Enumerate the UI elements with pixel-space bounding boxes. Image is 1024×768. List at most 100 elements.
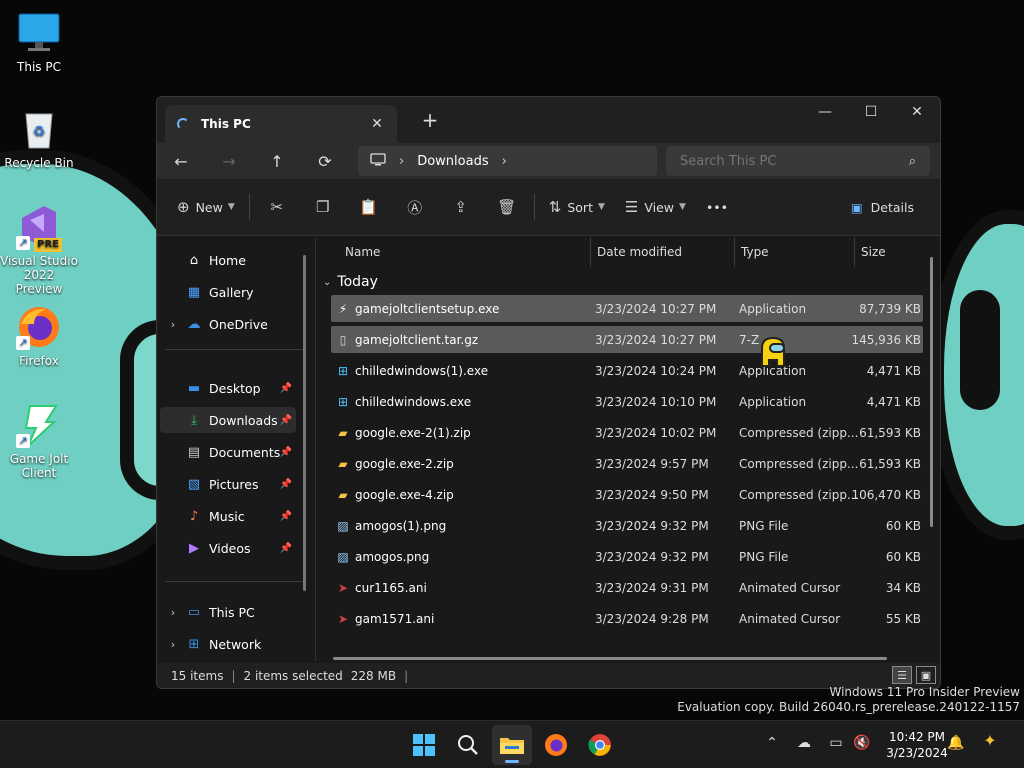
chevron-right-icon[interactable]: › xyxy=(502,154,507,169)
delete-button[interactable]: 🗑 xyxy=(484,191,530,223)
back-button[interactable]: ← xyxy=(157,143,205,179)
maximize-button[interactable]: ☐ xyxy=(848,97,894,127)
close-tab-button[interactable]: ✕ xyxy=(367,116,387,132)
sort-icon: ⇅ xyxy=(548,198,562,216)
refresh-button[interactable]: ⟳ xyxy=(301,143,349,179)
file-name: chilledwindows.exe xyxy=(355,394,472,409)
horizontal-scrollbar[interactable] xyxy=(333,657,887,660)
file-explorer-icon xyxy=(500,738,524,754)
sidebar-item-pictures[interactable]: ▧ Pictures 📌 xyxy=(160,471,296,497)
file-date: 3/23/2024 9:32 PM xyxy=(595,518,709,533)
file-type: 7-Z xyxy=(739,332,760,347)
breadcrumb-downloads[interactable]: Downloads xyxy=(417,154,488,169)
desktop-icon-visual-studio[interactable]: PRE ↗ Visual Studio 2022 Preview xyxy=(0,204,78,296)
nav-divider xyxy=(165,349,305,350)
chevron-right-icon[interactable]: › xyxy=(399,154,404,169)
up-button[interactable]: ↑ xyxy=(253,143,301,179)
preview-badge-icon[interactable]: ✦ xyxy=(980,731,1000,750)
volume-muted-icon[interactable]: 🔇 xyxy=(852,735,872,751)
desktop-icon-this-pc[interactable]: This PC xyxy=(0,10,78,74)
sort-button[interactable]: ⇅ Sort ▼ xyxy=(539,191,615,223)
file-type: Animated Cursor xyxy=(739,580,841,595)
search-input[interactable] xyxy=(680,153,909,169)
file-name: chilledwindows(1).exe xyxy=(355,363,489,378)
paste-button[interactable]: 📋 xyxy=(346,191,392,223)
rename-button[interactable]: Ⓐ xyxy=(392,191,438,223)
nav-scrollbar[interactable] xyxy=(303,255,306,591)
monitor-icon[interactable] xyxy=(370,152,386,170)
forward-button[interactable]: → xyxy=(205,143,253,179)
file-row[interactable]: ➤ cur1165.ani 3/23/2024 9:31 PM Animated Cu… xyxy=(331,574,923,601)
file-row[interactable]: ▨ amogos.png 3/23/2024 9:32 PM PNG File 60 K… xyxy=(331,543,923,570)
file-list-scrollbar[interactable] xyxy=(930,257,933,527)
file-name: google.exe-4.zip xyxy=(355,487,454,502)
new-button[interactable]: ⊕ New ▼ xyxy=(167,191,245,223)
file-row[interactable]: ⚡ gamejoltclientsetup.exe 3/23/2024 10:27 … xyxy=(331,295,923,322)
sidebar-item-videos[interactable]: ▶ Videos 📌 xyxy=(160,535,296,561)
desktop-icon-game-jolt[interactable]: ↗ Game Jolt Client xyxy=(0,402,78,480)
search-box[interactable]: ⌕ xyxy=(666,146,930,176)
shortcut-arrow-icon: ↗ xyxy=(16,434,30,448)
column-header-type[interactable]: Type xyxy=(735,237,855,267)
cloud-offline-icon[interactable]: ☁ xyxy=(794,735,814,751)
taskbar-firefox[interactable] xyxy=(536,725,576,765)
minimize-button[interactable]: — xyxy=(802,97,848,127)
desktop-icon-recycle-bin[interactable]: ♻ Recycle Bin xyxy=(0,106,78,170)
file-name: amogos(1).png xyxy=(355,518,447,533)
details-button[interactable]: ▣ Details xyxy=(839,191,926,223)
desktop-folder-icon: ▬ xyxy=(187,380,201,396)
sidebar-item-desktop[interactable]: ▬ Desktop 📌 xyxy=(160,375,296,401)
tab-this-pc[interactable]: This PC ✕ xyxy=(165,105,397,143)
system-clock[interactable]: 10:42 PM 3/23/2024 xyxy=(880,729,954,761)
new-tab-button[interactable]: + xyxy=(419,108,441,132)
desktop-icon-firefox[interactable]: ↗ Firefox xyxy=(0,304,78,368)
taskbar-search-button[interactable] xyxy=(448,725,488,765)
close-window-button[interactable]: ✕ xyxy=(894,97,940,127)
tiles-view-toggle[interactable]: ▣ xyxy=(916,666,936,684)
sidebar-item-network[interactable]: › ⊞ Network xyxy=(160,631,296,657)
documents-icon: ▤ xyxy=(187,444,201,460)
notification-bell-icon[interactable]: 🔔 xyxy=(946,735,966,751)
sidebar-item-music[interactable]: ♪ Music 📌 xyxy=(160,503,296,529)
chevron-right-icon[interactable]: › xyxy=(160,606,186,619)
pin-icon: 📌 xyxy=(279,478,292,490)
sidebar-item-documents[interactable]: ▤ Documents 📌 xyxy=(160,439,296,465)
file-row[interactable]: ➤ gam1571.ani 3/23/2024 9:28 PM Animated Cu… xyxy=(331,605,923,632)
file-row[interactable]: ▰ google.exe-4.zip 3/23/2024 9:50 PM Compre… xyxy=(331,481,923,508)
column-header-size[interactable]: Size xyxy=(855,237,927,267)
file-row[interactable]: ⊞ chilledwindows.exe 3/23/2024 10:10 PM App… xyxy=(331,388,923,415)
cut-button[interactable]: ✂ xyxy=(254,191,300,223)
taskbar-file-explorer[interactable] xyxy=(492,725,532,765)
file-name: gamejoltclient.tar.gz xyxy=(355,332,479,347)
column-header-date[interactable]: Date modified xyxy=(591,237,735,267)
sidebar-item-onedrive[interactable]: › ☁ OneDrive xyxy=(160,311,296,337)
breadcrumb[interactable]: › Downloads › xyxy=(358,146,657,176)
chevron-up-icon[interactable]: ⌃ xyxy=(762,735,782,751)
desktop-icon-label: Visual Studio 2022 Preview xyxy=(0,254,78,296)
start-button[interactable] xyxy=(404,725,444,765)
file-name: gamejoltclientsetup.exe xyxy=(355,301,500,316)
file-row[interactable]: ▰ google.exe-2.zip 3/23/2024 9:57 PM Compre… xyxy=(331,450,923,477)
chevron-right-icon[interactable]: › xyxy=(160,638,186,651)
sidebar-item-downloads[interactable]: ⤓ Downloads 📌 xyxy=(160,407,296,433)
column-header-name[interactable]: Name xyxy=(335,237,591,267)
taskbar-chrome[interactable] xyxy=(580,725,620,765)
file-row[interactable]: ▨ amogos(1).png 3/23/2024 9:32 PM PNG File 6… xyxy=(331,512,923,539)
sidebar-item-gallery[interactable]: ▦ Gallery xyxy=(160,279,296,305)
file-row[interactable]: ▰ google.exe-2(1).zip 3/23/2024 10:02 PM Co… xyxy=(331,419,923,446)
sidebar-item-label: Documents xyxy=(209,444,281,460)
more-options-button[interactable]: ••• xyxy=(696,191,738,223)
rename-icon: Ⓐ xyxy=(407,198,423,217)
view-button[interactable]: ☰ View ▼ xyxy=(615,191,696,223)
sidebar-item-this-pc[interactable]: › ▭ This PC xyxy=(160,599,296,625)
share-button[interactable]: ⇪ xyxy=(438,191,484,223)
chrome-icon xyxy=(588,734,611,756)
chevron-right-icon[interactable]: › xyxy=(160,318,186,331)
details-view-toggle[interactable]: ☰ xyxy=(892,666,912,684)
copy-button[interactable]: ❐ xyxy=(300,191,346,223)
sidebar-item-home[interactable]: ⌂ Home xyxy=(160,247,296,273)
group-header-today[interactable]: ⌄ Today xyxy=(323,274,378,290)
display-icon[interactable]: ▭ xyxy=(826,735,846,751)
file-row[interactable]: ⊞ chilledwindows(1).exe 3/23/2024 10:24 PM… xyxy=(331,357,923,384)
file-row[interactable]: ▯ gamejoltclient.tar.gz 3/23/2024 10:27 PM… xyxy=(331,326,923,353)
